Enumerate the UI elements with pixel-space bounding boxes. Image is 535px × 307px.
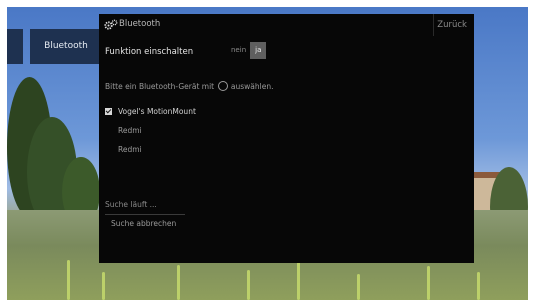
grass-blade	[297, 262, 300, 300]
bluetooth-toggle[interactable]: nein ja	[227, 42, 267, 59]
grass-blade	[357, 274, 360, 300]
checkbox-checked-icon	[105, 108, 112, 115]
grass-blade	[67, 260, 70, 300]
ok-button-icon	[217, 81, 228, 91]
panel-title-bar: Bluetooth Zurück	[99, 14, 474, 36]
gears-icon	[104, 19, 118, 30]
grass-blade	[427, 266, 430, 300]
toggle-option-yes[interactable]: ja	[250, 42, 267, 59]
toggle-option-no[interactable]: nein	[227, 42, 250, 59]
device-name: Redmi	[118, 145, 142, 154]
instruction-text-start: Bitte ein Bluetooth-Gerät mit	[105, 82, 215, 91]
grass-blade	[247, 270, 250, 300]
side-menu-prev-item[interactable]	[7, 29, 23, 64]
device-item[interactable]: Redmi	[105, 121, 196, 140]
device-item[interactable]: Redmi	[105, 140, 196, 159]
instruction-text: Bitte ein Bluetooth-Gerät mit auswählen.	[105, 81, 274, 92]
device-item[interactable]: Vogel's MotionMount	[105, 102, 196, 121]
instruction-text-end: auswählen.	[230, 82, 274, 91]
device-list: Vogel's MotionMount Redmi Redmi	[105, 102, 196, 159]
side-menu-item-bluetooth[interactable]: Bluetooth	[30, 29, 102, 64]
tv-screen: Bluetooth Bluetooth Zurück Funktion eins…	[7, 7, 528, 300]
search-status: Suche läuft ...	[105, 200, 157, 209]
grass-blade	[477, 272, 480, 300]
panel-title: Bluetooth	[119, 19, 161, 29]
device-name: Vogel's MotionMount	[118, 107, 196, 116]
grass-blade	[102, 272, 105, 300]
bluetooth-panel: Bluetooth Zurück Funktion einschalten ne…	[99, 14, 474, 263]
back-button[interactable]: Zurück	[433, 14, 470, 36]
grass-blade	[177, 265, 180, 300]
function-label: Funktion einschalten	[105, 47, 194, 57]
divider	[105, 214, 185, 215]
device-name: Redmi	[118, 126, 142, 135]
cancel-search-button[interactable]: Suche abbrechen	[111, 219, 176, 228]
